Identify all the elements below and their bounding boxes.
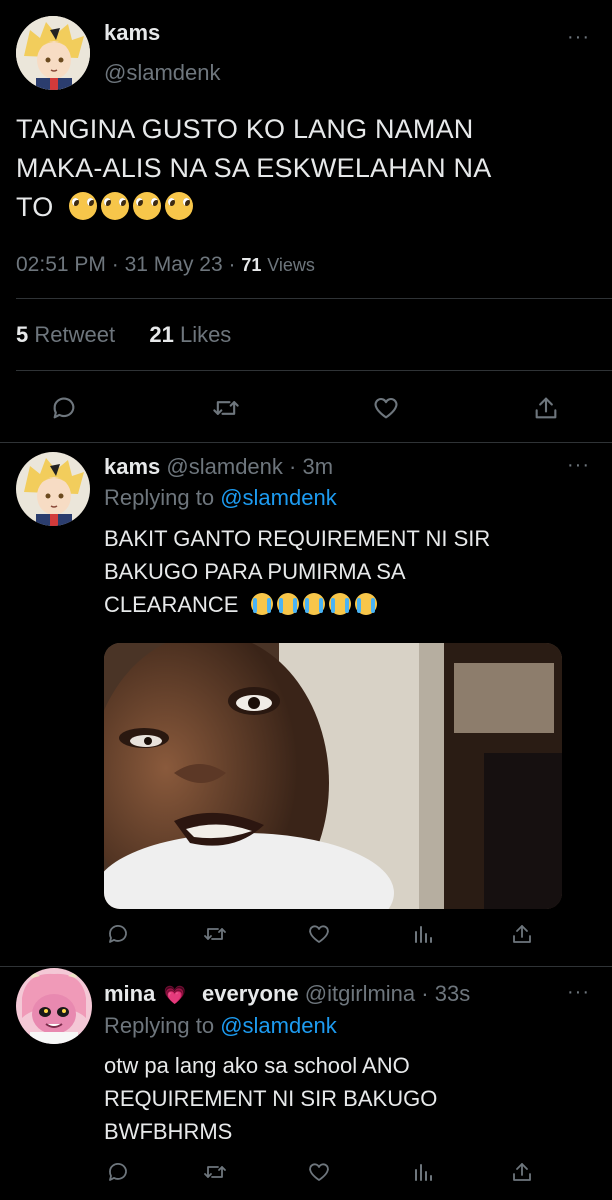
header-separator: · [421,981,429,1006]
likes-label[interactable]: Likes [180,322,231,347]
share-icon[interactable] [510,1160,534,1184]
reply-author-avatar[interactable] [16,452,90,526]
reply-text: otw pa lang ako sa school ANO REQUIREMEN… [104,1049,584,1148]
reply-more-icon[interactable]: ··· [567,982,590,1002]
views-count[interactable]: 71 [241,255,261,275]
reply-time[interactable]: 33s [435,981,470,1006]
divider [0,966,612,967]
reply-author-handle[interactable]: @itgirlmina [305,981,415,1006]
replying-to: Replying to @slamdenk [104,1013,337,1039]
reply-icon[interactable] [50,394,78,422]
reply-header: mina 💗 everyone @itgirlmina · 33s [104,981,470,1007]
divider [16,370,612,371]
retweet-count[interactable]: 5 [16,322,28,347]
loudly-crying-face-emoji-icon [354,593,377,615]
likes-count[interactable]: 21 [149,322,173,347]
main-tweet-text: TANGINA GUSTO KO LANG NAMAN MAKA-ALIS NA… [16,110,596,227]
reply-text-line-3: CLEARANCE [104,588,584,621]
analytics-icon[interactable] [411,922,435,946]
main-author-handle[interactable]: @slamdenk [104,60,221,86]
main-author-name[interactable]: kams [104,20,160,46]
heart-emoji-icon: 💗 [163,985,186,1005]
reply-media-image[interactable] [104,643,562,909]
main-tweet-meta: 02:51 PM · 31 May 23 · 71 Views [16,253,315,277]
main-text-line-3: TO [16,188,596,227]
reply-icon[interactable] [106,922,130,946]
main-text-line-1: TANGINA GUSTO KO LANG NAMAN [16,114,474,144]
like-icon[interactable] [372,394,400,422]
pleading-face-emoji-icon [133,192,162,220]
views-label: Views [267,255,315,275]
like-icon[interactable] [307,1160,331,1184]
reply-header: kams @slamdenk · 3m [104,454,333,480]
replying-to-link[interactable]: @slamdenk [220,1013,337,1038]
pleading-face-emoji-icon [101,192,130,220]
tweet-date: 31 May 23 [124,253,223,276]
reply-text: BAKIT GANTO REQUIREMENT NI SIR BAKUGO PA… [104,522,584,621]
share-icon[interactable] [510,922,534,946]
retweet-icon[interactable] [203,1160,227,1184]
meta-separator: · [228,253,236,276]
tweet-time: 02:51 PM [16,253,106,276]
pleading-face-emoji-icon [165,192,194,220]
replying-prefix: Replying to [104,1013,215,1038]
reply-text-line-2: BAKUGO PARA PUMIRMA SA [104,559,406,584]
reply-time[interactable]: 3m [302,454,333,479]
loudly-crying-face-emoji-icon [250,593,273,615]
main-author-avatar[interactable] [16,16,90,90]
replying-to-link[interactable]: @slamdenk [220,485,337,510]
divider [0,442,612,443]
reply-text-line-3: BWFBHRMS [104,1119,233,1144]
retweet-icon[interactable] [212,394,240,422]
engagement-stats: 5 Retweet 21 Likes [16,322,231,348]
header-separator: · [289,454,297,479]
loudly-crying-face-emoji-icon [302,593,325,615]
loudly-crying-face-emoji-icon [328,593,351,615]
reply-author-handle[interactable]: @slamdenk [166,454,283,479]
reply-more-icon[interactable]: ··· [567,455,590,475]
like-icon[interactable] [307,922,331,946]
retweet-icon[interactable] [203,922,227,946]
reply-icon[interactable] [106,1160,130,1184]
share-icon[interactable] [532,394,560,422]
reply-text-line-1: otw pa lang ako sa school ANO [104,1053,410,1078]
pleading-face-emoji-icon [69,192,98,220]
reply-author-name[interactable]: kams [104,454,160,479]
divider [16,298,612,299]
main-text-line-2: MAKA-ALIS NA SA ESKWELAHAN NA [16,153,492,183]
reply-text-line-1: BAKIT GANTO REQUIREMENT NI SIR [104,526,491,551]
main-more-icon[interactable]: ··· [567,27,590,47]
reply-text-line-3-text: CLEARANCE [104,592,239,617]
analytics-icon[interactable] [411,1160,435,1184]
retweet-label[interactable]: Retweet [34,322,115,347]
meta-separator: · [111,253,119,276]
reply-author-name-extra[interactable]: everyone [202,981,299,1006]
reply-text-line-2: REQUIREMENT NI SIR BAKUGO [104,1086,438,1111]
replying-prefix: Replying to [104,485,215,510]
replying-to: Replying to @slamdenk [104,485,337,511]
reply-author-avatar[interactable] [16,968,92,1044]
reply-author-name[interactable]: mina [104,981,155,1006]
main-text-line-3-text: TO [16,192,54,222]
loudly-crying-face-emoji-icon [276,593,299,615]
